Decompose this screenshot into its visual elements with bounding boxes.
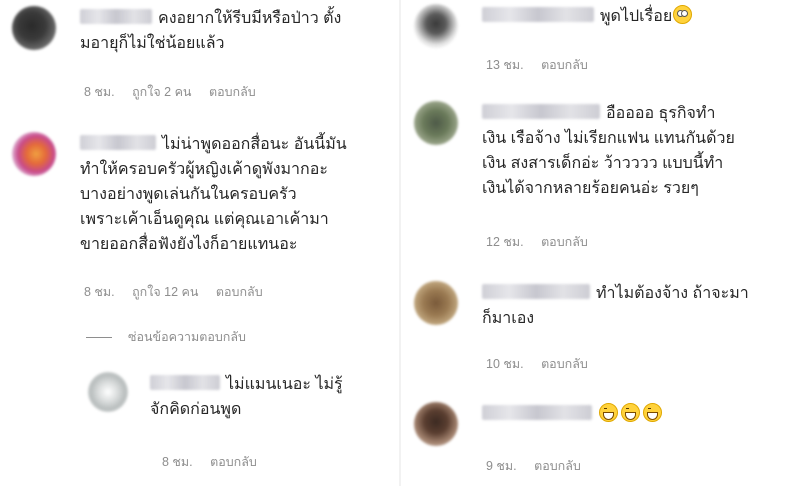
avatar[interactable] [12,132,56,176]
reply-button[interactable]: ตอบกลับ [541,235,588,249]
comment-text: อืออออ ธุรกิจทำ เงิน เรือจ้าง ไม่เรียกแฟ… [482,104,735,197]
reply-button[interactable]: ตอบกลับ [541,58,588,72]
comment-likes[interactable]: ถูกใจ 12 คน [132,285,198,299]
comment-meta: 8 ชม. ถูกใจ 2 คน ตอบกลับ [84,82,270,102]
comment-meta: 8 ชม. ตอบกลับ [162,452,271,472]
username-blurred[interactable] [482,284,590,299]
grinning-face-emoji-icon [599,403,618,422]
comment-time: 9 ชม. [486,459,517,473]
comment-time: 8 ชม. [84,285,115,299]
comment-text: ไม่แมนเนอะ ไม่รู้ จักคิดก่อนพูด [150,375,343,418]
avatar[interactable] [414,402,458,446]
comment-time: 13 ชม. [486,58,524,72]
avatar[interactable] [12,6,56,50]
reply-button[interactable]: ตอบกลับ [534,459,581,473]
comment-meta: 9 ชม. ตอบกลับ [486,456,595,476]
avatar[interactable] [414,4,458,48]
comment-body: ทำไมต้องจ้าง ถ้าจะมา ก็มาเอง [482,281,800,331]
reply-button[interactable]: ตอบกลับ [210,455,257,469]
comment-text [482,402,800,427]
comment-body: คงอยากให้รีบมีหรือป่าว ตั้ง มอายุก็ไม่ใช… [80,6,400,56]
comment-time: 8 ชม. [162,455,193,469]
comment-body: ไม่น่าพูดออกสื่อนะ อันนี้มัน ทำให้ครอบคร… [80,132,405,257]
comment-body [482,402,800,427]
reply-button[interactable]: ตอบกลับ [216,285,263,299]
avatar[interactable] [414,101,458,145]
comment-text: พูดไปเรื่อย [482,4,792,29]
reply-button[interactable]: ตอบกลับ [209,85,256,99]
username-blurred[interactable] [80,9,152,24]
username-blurred[interactable] [482,405,592,420]
comment-meta: 12 ชม. ตอบกลับ [486,232,602,252]
divider-line [86,337,112,339]
comment-time: 8 ชม. [84,85,115,99]
comment-body: ไม่แมนเนอะ ไม่รู้ จักคิดก่อนพูด [150,372,390,422]
username-blurred[interactable] [150,375,220,390]
comments-column-right: พูดไปเรื่อย 13 ชม. ตอบกลับ อืออออ ธุรกิจ… [400,0,800,486]
grinning-face-emoji-icon [621,403,640,422]
avatar[interactable] [88,372,128,412]
comment-meta: 13 ชม. ตอบกลับ [486,55,602,75]
rolling-eyes-emoji-icon [673,5,693,24]
comment-meta: 8 ชม. ถูกใจ 12 คน ตอบกลับ [84,282,277,302]
comment-text: ทำไมต้องจ้าง ถ้าจะมา ก็มาเอง [482,284,749,327]
comments-column-left: คงอยากให้รีบมีหรือป่าว ตั้ง มอายุก็ไม่ใช… [0,0,400,486]
comment-text: คงอยากให้รีบมีหรือป่าว ตั้ง มอายุก็ไม่ใช… [80,9,342,52]
comment-text: ไม่น่าพูดออกสื่อนะ อันนี้มัน ทำให้ครอบคร… [80,135,347,253]
username-blurred[interactable] [482,104,600,119]
avatar[interactable] [414,281,458,325]
comment-time: 10 ชม. [486,357,524,371]
grinning-face-emoji-icon [643,403,662,422]
comment-meta: 10 ชม. ตอบกลับ [486,354,602,374]
reply-button[interactable]: ตอบกลับ [541,357,588,371]
comment-body: อืออออ ธุรกิจทำ เงิน เรือจ้าง ไม่เรียกแฟ… [482,101,800,201]
hide-replies-button[interactable]: ซ่อนข้อความตอบกลับ [86,327,246,347]
comment-time: 12 ชม. [486,235,524,249]
comment-likes[interactable]: ถูกใจ 2 คน [132,85,191,99]
username-blurred[interactable] [482,7,594,22]
username-blurred[interactable] [80,135,156,150]
comment-body: พูดไปเรื่อย [482,4,792,29]
